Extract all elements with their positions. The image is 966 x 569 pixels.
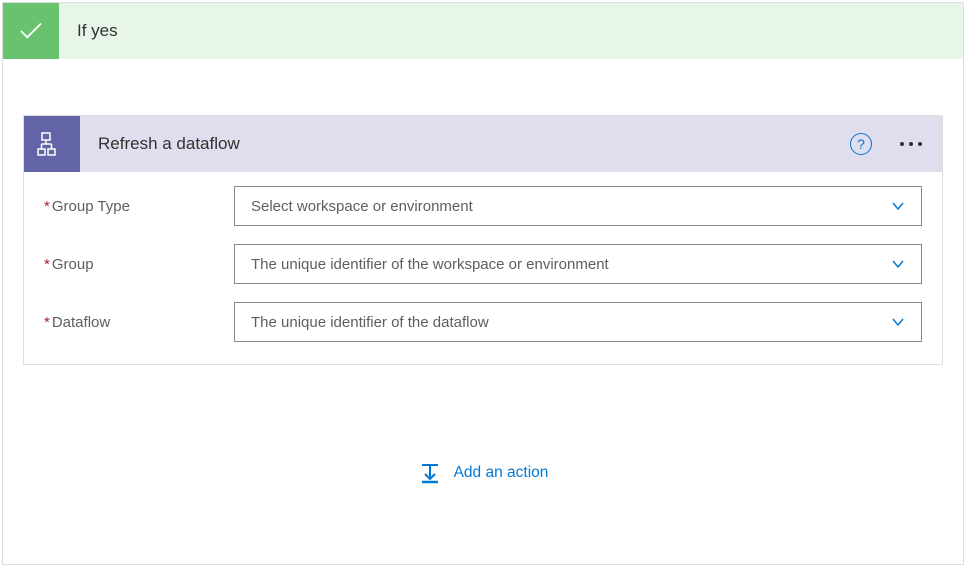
add-action-icon <box>418 461 442 485</box>
add-action-button[interactable]: Add an action <box>3 461 963 485</box>
action-header[interactable]: Refresh a dataflow ? <box>24 116 942 172</box>
required-indicator: * <box>44 198 50 215</box>
dataflow-select[interactable]: The unique identifier of the dataflow <box>234 302 922 342</box>
required-indicator: * <box>44 256 50 273</box>
dataflow-icon <box>24 116 80 172</box>
if-yes-container: If yes Refresh a dataflow ? <box>2 2 964 565</box>
condition-title: If yes <box>77 21 118 41</box>
chevron-down-icon <box>891 315 905 329</box>
group-select[interactable]: The unique identifier of the workspace o… <box>234 244 922 284</box>
action-card: Refresh a dataflow ? * Group Type Select… <box>23 115 943 365</box>
select-placeholder: The unique identifier of the workspace o… <box>251 256 609 273</box>
action-form: * Group Type Select workspace or environ… <box>24 172 942 364</box>
field-group-type: * Group Type Select workspace or environ… <box>44 186 922 226</box>
help-icon[interactable]: ? <box>850 133 872 155</box>
required-indicator: * <box>44 314 50 331</box>
chevron-down-icon <box>891 257 905 271</box>
checkmark-icon <box>3 3 59 59</box>
field-label: * Group Type <box>44 198 234 215</box>
field-label: * Group <box>44 256 234 273</box>
add-action-label: Add an action <box>454 464 549 482</box>
chevron-down-icon <box>891 199 905 213</box>
field-dataflow: * Dataflow The unique identifier of the … <box>44 302 922 342</box>
field-label: * Dataflow <box>44 314 234 331</box>
select-placeholder: The unique identifier of the dataflow <box>251 314 489 331</box>
group-type-select[interactable]: Select workspace or environment <box>234 186 922 226</box>
select-placeholder: Select workspace or environment <box>251 198 473 215</box>
field-group: * Group The unique identifier of the wor… <box>44 244 922 284</box>
condition-header[interactable]: If yes <box>3 3 963 59</box>
more-options-icon[interactable] <box>896 134 926 154</box>
action-title: Refresh a dataflow <box>98 134 850 154</box>
